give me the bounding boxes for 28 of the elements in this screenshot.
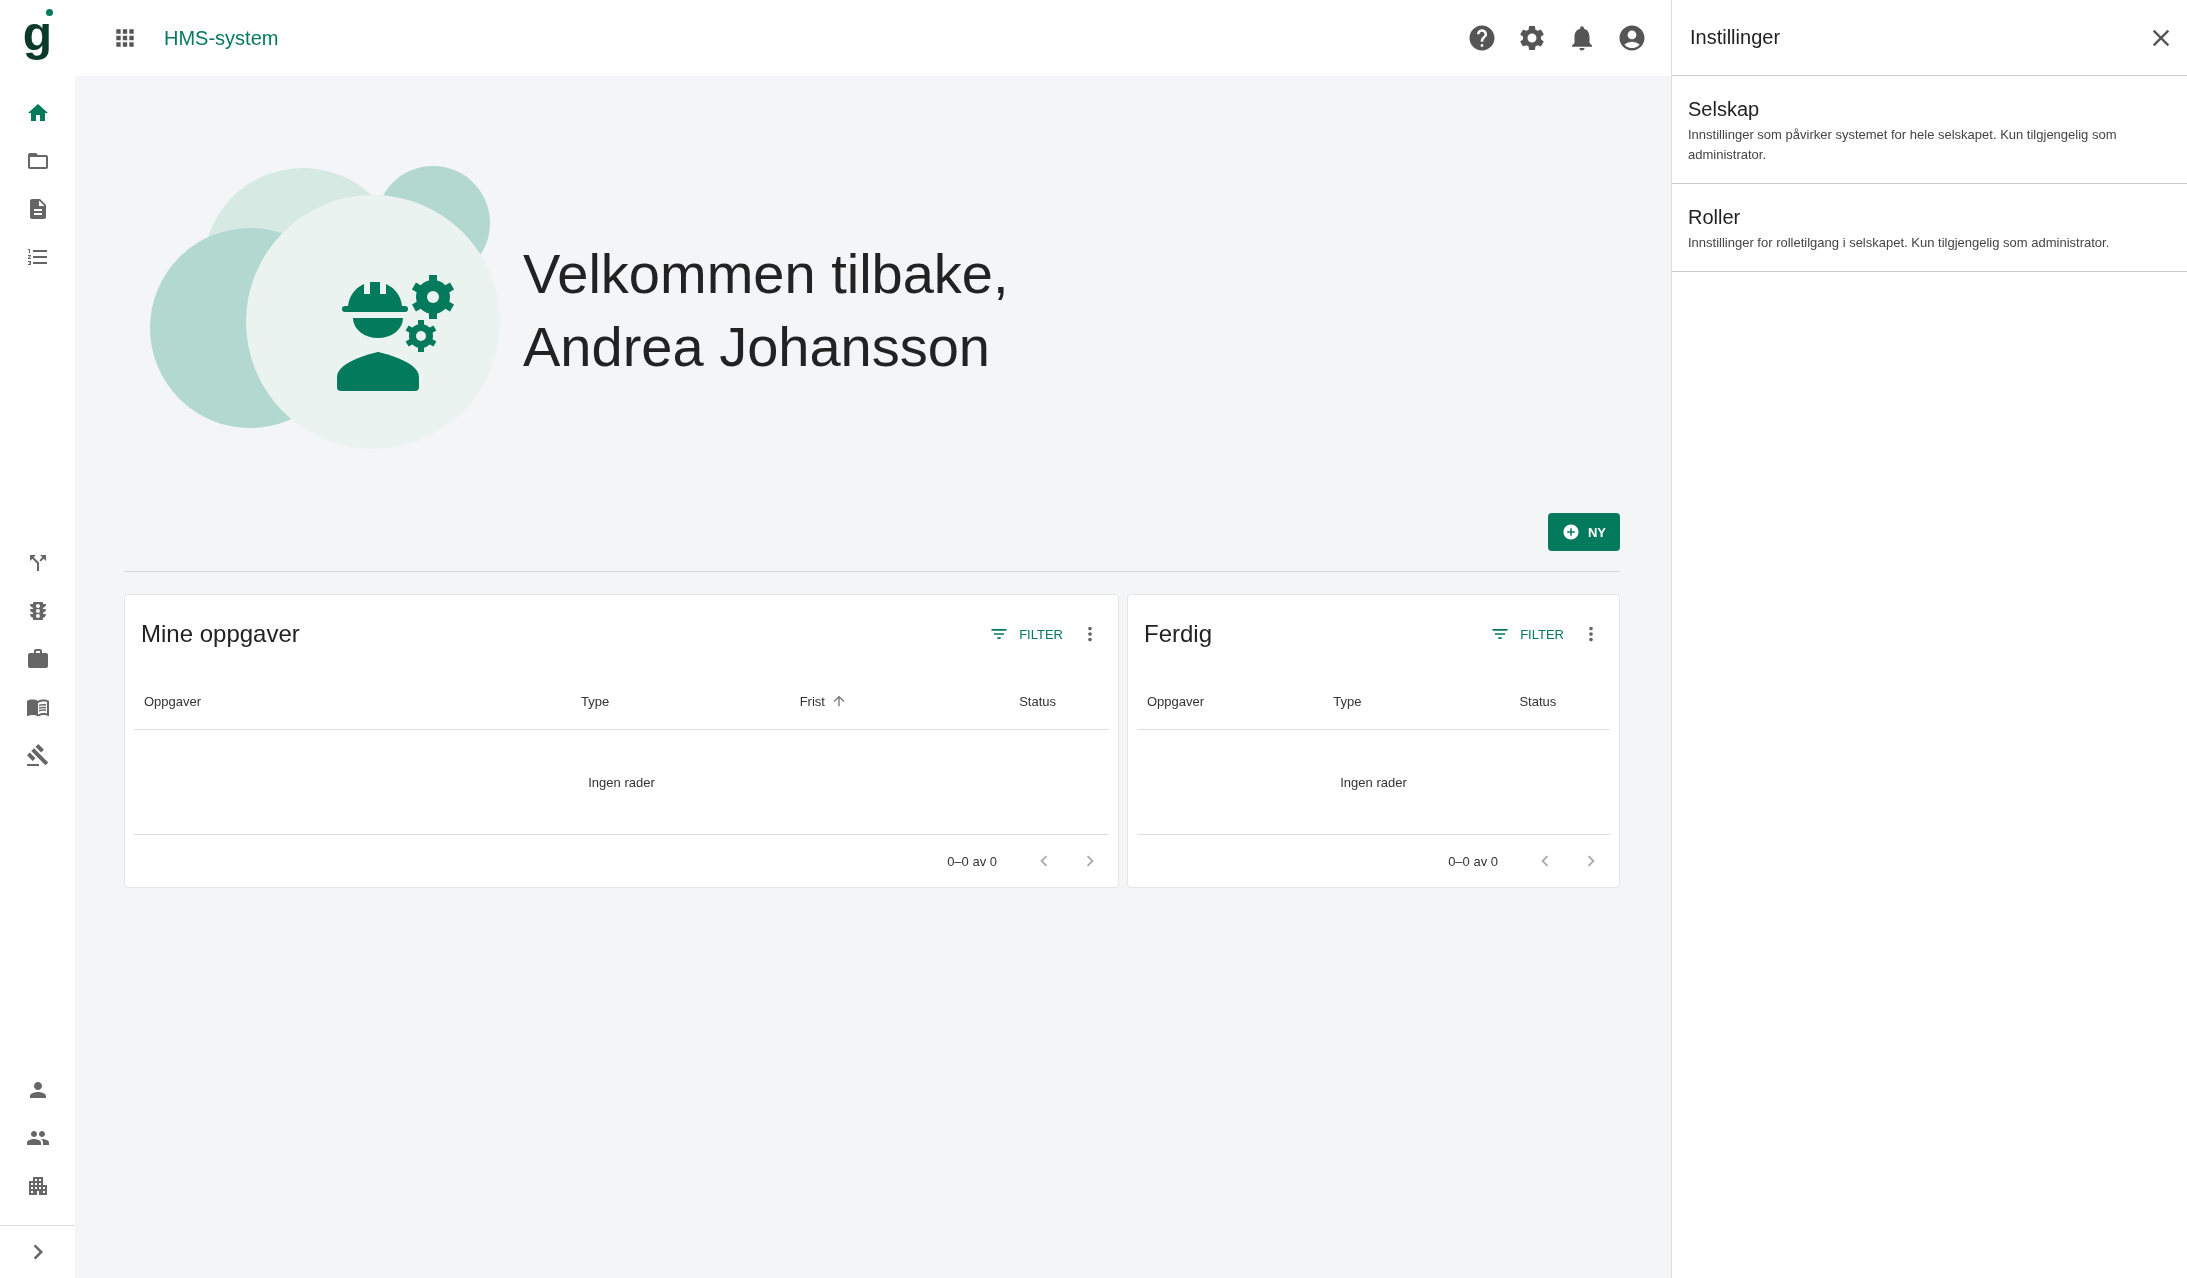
settings-item-title[interactable]: Selskap xyxy=(1688,98,2171,121)
user-name-heading: Andrea Johansson xyxy=(523,314,991,380)
new-button[interactable]: NY xyxy=(1547,513,1620,551)
pagination-info: 0–0 av 0 xyxy=(1448,853,1498,869)
company-logo: g xyxy=(22,10,53,58)
settings-icon[interactable] xyxy=(1517,23,1547,53)
help-icon[interactable] xyxy=(1467,23,1497,53)
filter-button[interactable]: FILTER xyxy=(985,620,1067,648)
column-header[interactable]: Oppgaver xyxy=(134,693,212,709)
column-header[interactable]: Status xyxy=(1009,693,1067,709)
pagination-info: 0–0 av 0 xyxy=(947,853,997,869)
app-title[interactable]: HMS-system xyxy=(164,26,279,50)
column-header[interactable]: Type xyxy=(1323,693,1372,709)
empty-message: Ingen rader xyxy=(1340,774,1407,790)
settings-item-description: Innstillinger for rolletilgang i selskapet. Kun tilgjengelig som administrator. xyxy=(1688,234,2111,252)
column-header[interactable]: Status xyxy=(1509,693,1567,709)
account-icon[interactable] xyxy=(1617,23,1647,53)
filter-button[interactable]: FILTER xyxy=(1486,620,1568,648)
card-title: Ferdig xyxy=(1144,620,1213,648)
empty-message: Ingen rader xyxy=(588,774,655,790)
panel-title: Instillinger xyxy=(1690,26,1781,49)
column-header[interactable]: Oppgaver xyxy=(1137,693,1215,709)
card-title: Mine oppgaver xyxy=(141,620,300,648)
column-header[interactable]: Frist xyxy=(789,693,857,709)
settings-item-description: Innstillinger som påvirker systemet for hele selskapet. Kun tilgjengelig som administrator. xyxy=(1688,126,2118,164)
settings-item-title[interactable]: Roller xyxy=(1688,206,2171,229)
column-header[interactable]: Type xyxy=(571,693,620,709)
welcome-heading: Velkommen tilbake, xyxy=(523,241,1009,307)
